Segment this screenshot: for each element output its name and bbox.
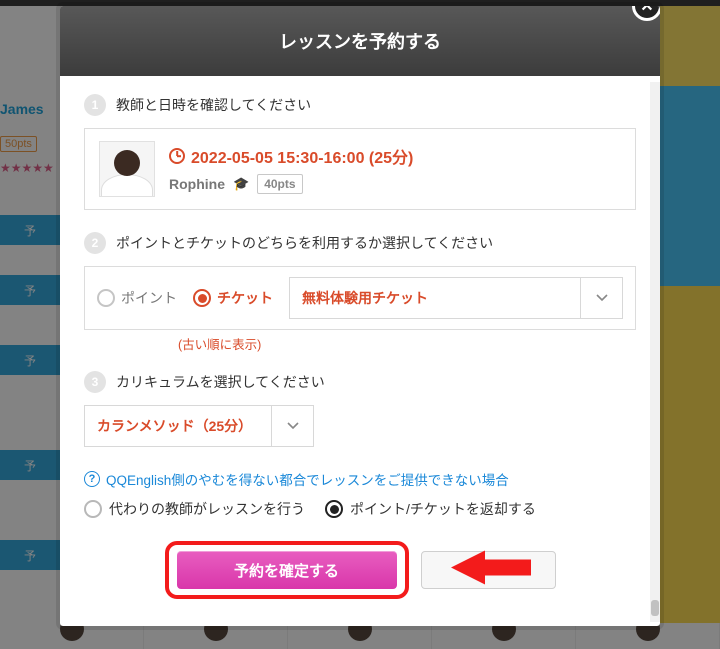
radio-substitute-teacher[interactable]: 代わりの教師がレッスンを行う <box>84 499 305 519</box>
step-number: 1 <box>84 94 106 116</box>
radio-label: チケット <box>217 288 273 308</box>
step-label: ポイントとチケットのどちらを利用するか選択してください <box>116 233 493 253</box>
radio-icon <box>325 500 343 518</box>
ticket-order-hint: (古い順に表示) <box>178 334 636 353</box>
radio-label: 代わりの教師がレッスンを行う <box>109 499 305 519</box>
step-2-header: 2 ポイントとチケットのどちらを利用するか選択してください <box>84 232 636 254</box>
curriculum-row: カランメソッド（25分） <box>84 405 636 447</box>
teacher-name-row: Rophine 🎓 40pts <box>169 174 413 194</box>
step-label: 教師と日時を確認してください <box>116 95 311 115</box>
teacher-avatar <box>99 141 155 197</box>
points-badge: 40pts <box>257 174 302 194</box>
step-1-header: 1 教師と日時を確認してください <box>84 94 636 116</box>
teacher-datetime-box: 2022-05-05 15:30-16:00 (25分) Rophine 🎓 4… <box>84 128 636 210</box>
step-number: 3 <box>84 371 106 393</box>
annotation-arrow-icon <box>451 547 531 594</box>
modal-title: レッスンを予約する <box>279 28 441 54</box>
chevron-down-icon <box>580 278 622 318</box>
radio-icon <box>193 289 211 307</box>
cancellation-options: 代わりの教師がレッスンを行う ポイント/チケットを返却する <box>84 499 636 519</box>
step-label: カリキュラムを選択してください <box>116 372 325 392</box>
modal-body: 1 教師と日時を確認してください 2022-05-05 15:30-16:00 … <box>60 76 660 626</box>
step-3-header: 3 カリキュラムを選択してください <box>84 371 636 393</box>
help-text: QQEnglish側のやむを得ない都合でレッスンをご提供できない場合 <box>106 469 509 489</box>
ticket-select[interactable]: 無料体験用チケット <box>289 277 623 319</box>
datetime-text: 2022-05-05 15:30-16:00 (25分) <box>191 144 413 168</box>
radio-icon <box>84 500 102 518</box>
close-icon: ✕ <box>640 6 653 16</box>
radio-label: ポイント <box>121 288 177 308</box>
radio-icon <box>97 289 115 307</box>
select-value: カランメソッド（25分） <box>85 406 271 446</box>
select-value: 無料体験用チケット <box>290 278 580 318</box>
confirm-reservation-button[interactable]: 予約を確定する <box>177 551 397 589</box>
teacher-name: Rophine <box>169 176 225 192</box>
payment-radio-row: ポイント チケット 無料体験用チケット <box>84 266 636 330</box>
lesson-datetime: 2022-05-05 15:30-16:00 (25分) <box>169 144 413 168</box>
radio-ticket[interactable]: チケット <box>193 288 273 308</box>
curriculum-select[interactable]: カランメソッド（25分） <box>84 405 314 447</box>
highlight-frame: 予約を確定する <box>165 541 409 599</box>
radio-point[interactable]: ポイント <box>97 288 177 308</box>
policy-help-link[interactable]: ? QQEnglish側のやむを得ない都合でレッスンをご提供できない場合 <box>84 469 636 489</box>
clock-icon <box>169 148 185 164</box>
modal-header: レッスンを予約する <box>60 6 660 76</box>
reserve-modal: ✕ レッスンを予約する 1 教師と日時を確認してください 2022-05-05 … <box>60 6 660 626</box>
radio-refund[interactable]: ポイント/チケットを返却する <box>325 499 536 519</box>
action-row: 予約を確定する <box>84 541 636 599</box>
graduation-icon: 🎓 <box>233 176 249 192</box>
step-number: 2 <box>84 232 106 254</box>
question-icon: ? <box>84 471 100 487</box>
chevron-down-icon <box>271 406 313 446</box>
radio-label: ポイント/チケットを返却する <box>350 499 536 519</box>
